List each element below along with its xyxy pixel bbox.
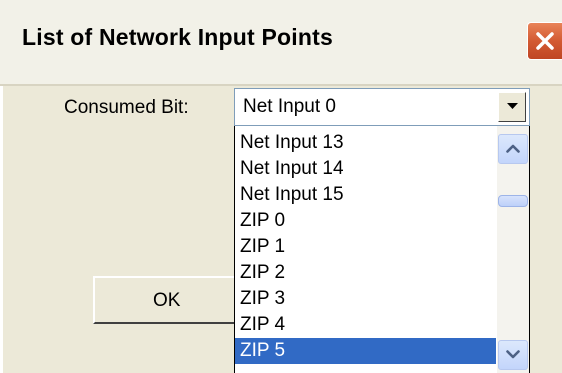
list-item[interactable]: Net Input 14 bbox=[235, 156, 496, 182]
list-item[interactable]: ZIP 2 bbox=[235, 260, 496, 286]
ok-button[interactable]: OK bbox=[93, 276, 253, 324]
client-edge bbox=[0, 86, 3, 373]
list-item[interactable]: Net Input 15 bbox=[235, 182, 496, 208]
scroll-up-button[interactable] bbox=[498, 134, 528, 164]
list-item[interactable]: ZIP 3 bbox=[235, 286, 496, 312]
list-item[interactable]: Net Input 13 bbox=[235, 130, 496, 156]
scroll-down-button[interactable] bbox=[498, 340, 528, 370]
close-x-icon bbox=[536, 32, 554, 50]
dropdown-scrollbar[interactable] bbox=[497, 126, 529, 373]
dialog-window: List of Network Input Points Consumed Bi… bbox=[0, 0, 562, 373]
chevron-up-icon bbox=[506, 144, 520, 153]
consumed-bit-label: Consumed Bit: bbox=[64, 97, 189, 118]
list-item[interactable]: ZIP 0 bbox=[235, 208, 496, 234]
scrollbar-thumb[interactable] bbox=[498, 195, 528, 207]
chevron-down-icon bbox=[506, 350, 520, 359]
dropdown-list[interactable]: Net Input 13 Net Input 14 Net Input 15 Z… bbox=[234, 126, 530, 373]
list-item[interactable]: ZIP 4 bbox=[235, 312, 496, 338]
title-bar[interactable]: List of Network Input Points bbox=[0, 0, 562, 86]
window-title: List of Network Input Points bbox=[22, 24, 333, 50]
chevron-down-icon bbox=[507, 103, 518, 109]
ok-button-label: OK bbox=[153, 290, 181, 311]
consumed-bit-combobox[interactable]: Net Input 0 bbox=[234, 88, 530, 126]
combobox-selected-value: Net Input 0 bbox=[243, 96, 336, 117]
list-item-selected[interactable]: ZIP 5 bbox=[235, 338, 496, 364]
close-button[interactable] bbox=[527, 22, 562, 60]
combobox-dropdown-button[interactable] bbox=[498, 92, 526, 122]
list-item[interactable]: ZIP 1 bbox=[235, 234, 496, 260]
dropdown-items: Net Input 13 Net Input 14 Net Input 15 Z… bbox=[235, 130, 496, 364]
